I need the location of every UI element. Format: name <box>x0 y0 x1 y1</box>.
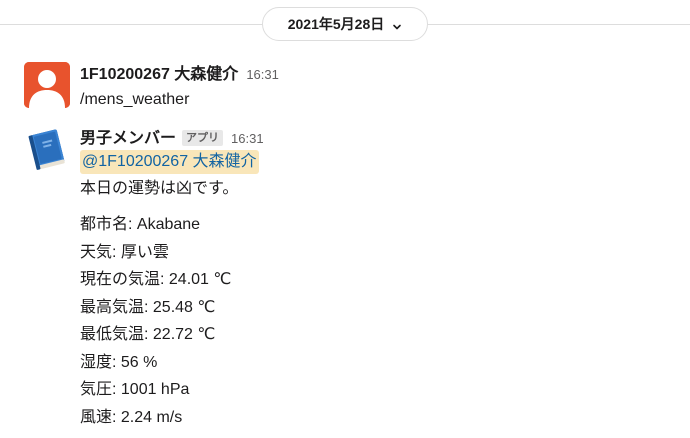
user-silhouette-icon <box>24 62 70 108</box>
weather-pressure: 気圧: 1001 hPa <box>80 381 190 398</box>
message-timestamp[interactable]: 16:31 <box>231 131 264 146</box>
date-label: 2021年5月28日 <box>287 16 385 32</box>
weather-current-temp: 現在の気温: 24.01 ℃ <box>80 271 232 288</box>
date-jump-button[interactable]: 2021年5月28日 <box>262 7 428 41</box>
weather-report: 都市名: Akabane 天気: 厚い雲 現在の気温: 24.01 ℃ 最高気温… <box>80 211 680 431</box>
avatar[interactable] <box>24 62 70 108</box>
fortune-text: 本日の運勢は凶です。 <box>80 180 239 197</box>
weather-humidity: 湿度: 56 % <box>80 353 158 371</box>
message-item: 男子メンバー アプリ 16:31 @1F10200267 大森健介 本日の運勢は… <box>0 124 690 438</box>
sender-name[interactable]: 1F10200267 大森健介 <box>80 60 238 84</box>
message-item: 1F10200267 大森健介 16:31 /mens_weather <box>0 60 690 114</box>
chevron-down-icon <box>392 19 402 30</box>
weather-city: 都市名: Akabane <box>80 216 201 233</box>
avatar[interactable] <box>24 126 70 172</box>
date-divider: 2021年5月28日 <box>0 0 690 46</box>
weather-wind-speed: 風速: 2.24 m/s <box>80 408 183 426</box>
message-pane: 2021年5月28日 1F10200267 大森健介 16:31 /mens_w… <box>0 0 690 438</box>
app-badge: アプリ <box>182 130 224 146</box>
message-timestamp[interactable]: 16:31 <box>246 67 279 82</box>
weather-max-temp: 最高気温: 25.48 ℃ <box>80 298 216 316</box>
message-text: /mens_weather <box>80 91 190 108</box>
weather-condition: 天気: 厚い雲 <box>80 243 169 261</box>
sender-name[interactable]: 男子メンバー <box>80 124 176 148</box>
user-mention-link[interactable]: @1F10200267 大森健介 <box>80 150 259 174</box>
notebook-icon <box>28 129 65 170</box>
weather-min-temp: 最低気温: 22.72 ℃ <box>80 326 216 343</box>
